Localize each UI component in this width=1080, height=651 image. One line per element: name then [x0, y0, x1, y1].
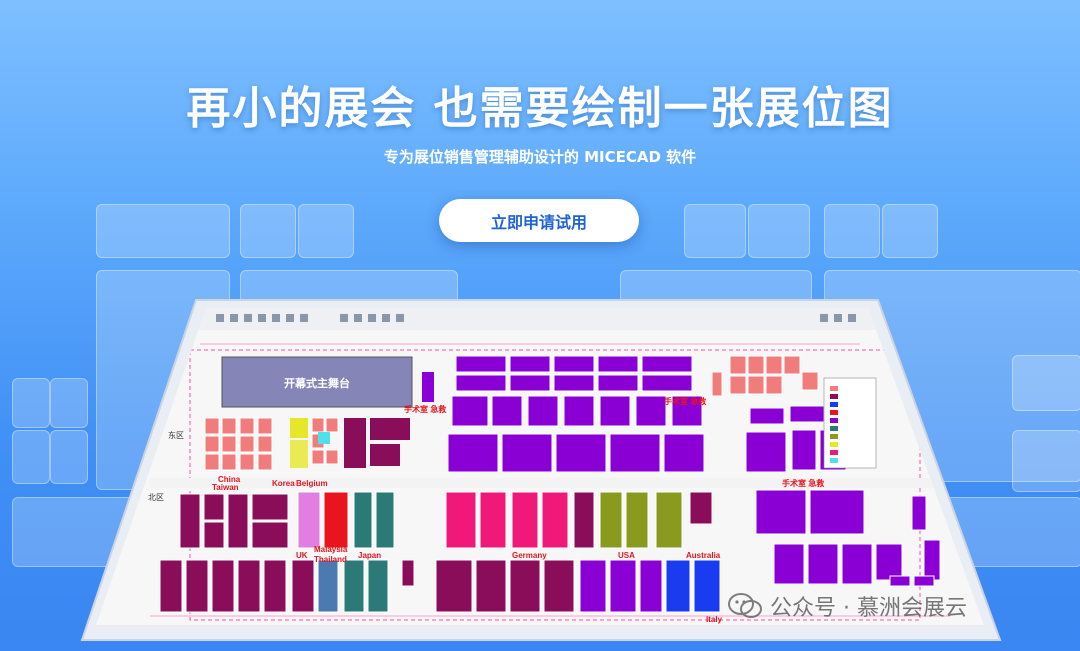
emergency-label: 手术室 急救: [664, 396, 706, 406]
region-label-italy: Italy: [706, 615, 723, 624]
wechat-icon: [728, 593, 762, 618]
region-label-malaysia: Malaysia: [314, 545, 348, 554]
region-label-germany: Germany: [512, 551, 547, 560]
region-label-japan: Japan: [358, 551, 381, 560]
region-label-belgium: Belgium: [296, 479, 328, 488]
region-label-korea: Korea: [272, 479, 295, 488]
region-label-usa: USA: [618, 551, 635, 560]
watermark: 公众号 · 慕洲会展云: [728, 590, 967, 622]
side-label-east: 东区: [168, 430, 184, 440]
booth-legend: [823, 377, 877, 469]
watermark-text: 公众号 · 慕洲会展云: [770, 596, 967, 621]
side-label-north: 北区: [148, 493, 164, 502]
region-label-thailand: Thailand: [314, 555, 347, 564]
emergency-label: 手术室 急救: [404, 404, 446, 414]
region-label-uk: UK: [296, 551, 308, 560]
region-label-australia: Australia: [686, 551, 721, 560]
stage-label: 开幕式主舞台: [284, 376, 350, 390]
region-label-taiwan: Taiwan: [212, 483, 239, 492]
floor-plan-device: 开幕式主舞台 手术室 急救 手术室 急救 手术室 急救 China Taiwan…: [80, 299, 1002, 641]
emergency-label: 手术室 急救: [782, 478, 824, 488]
